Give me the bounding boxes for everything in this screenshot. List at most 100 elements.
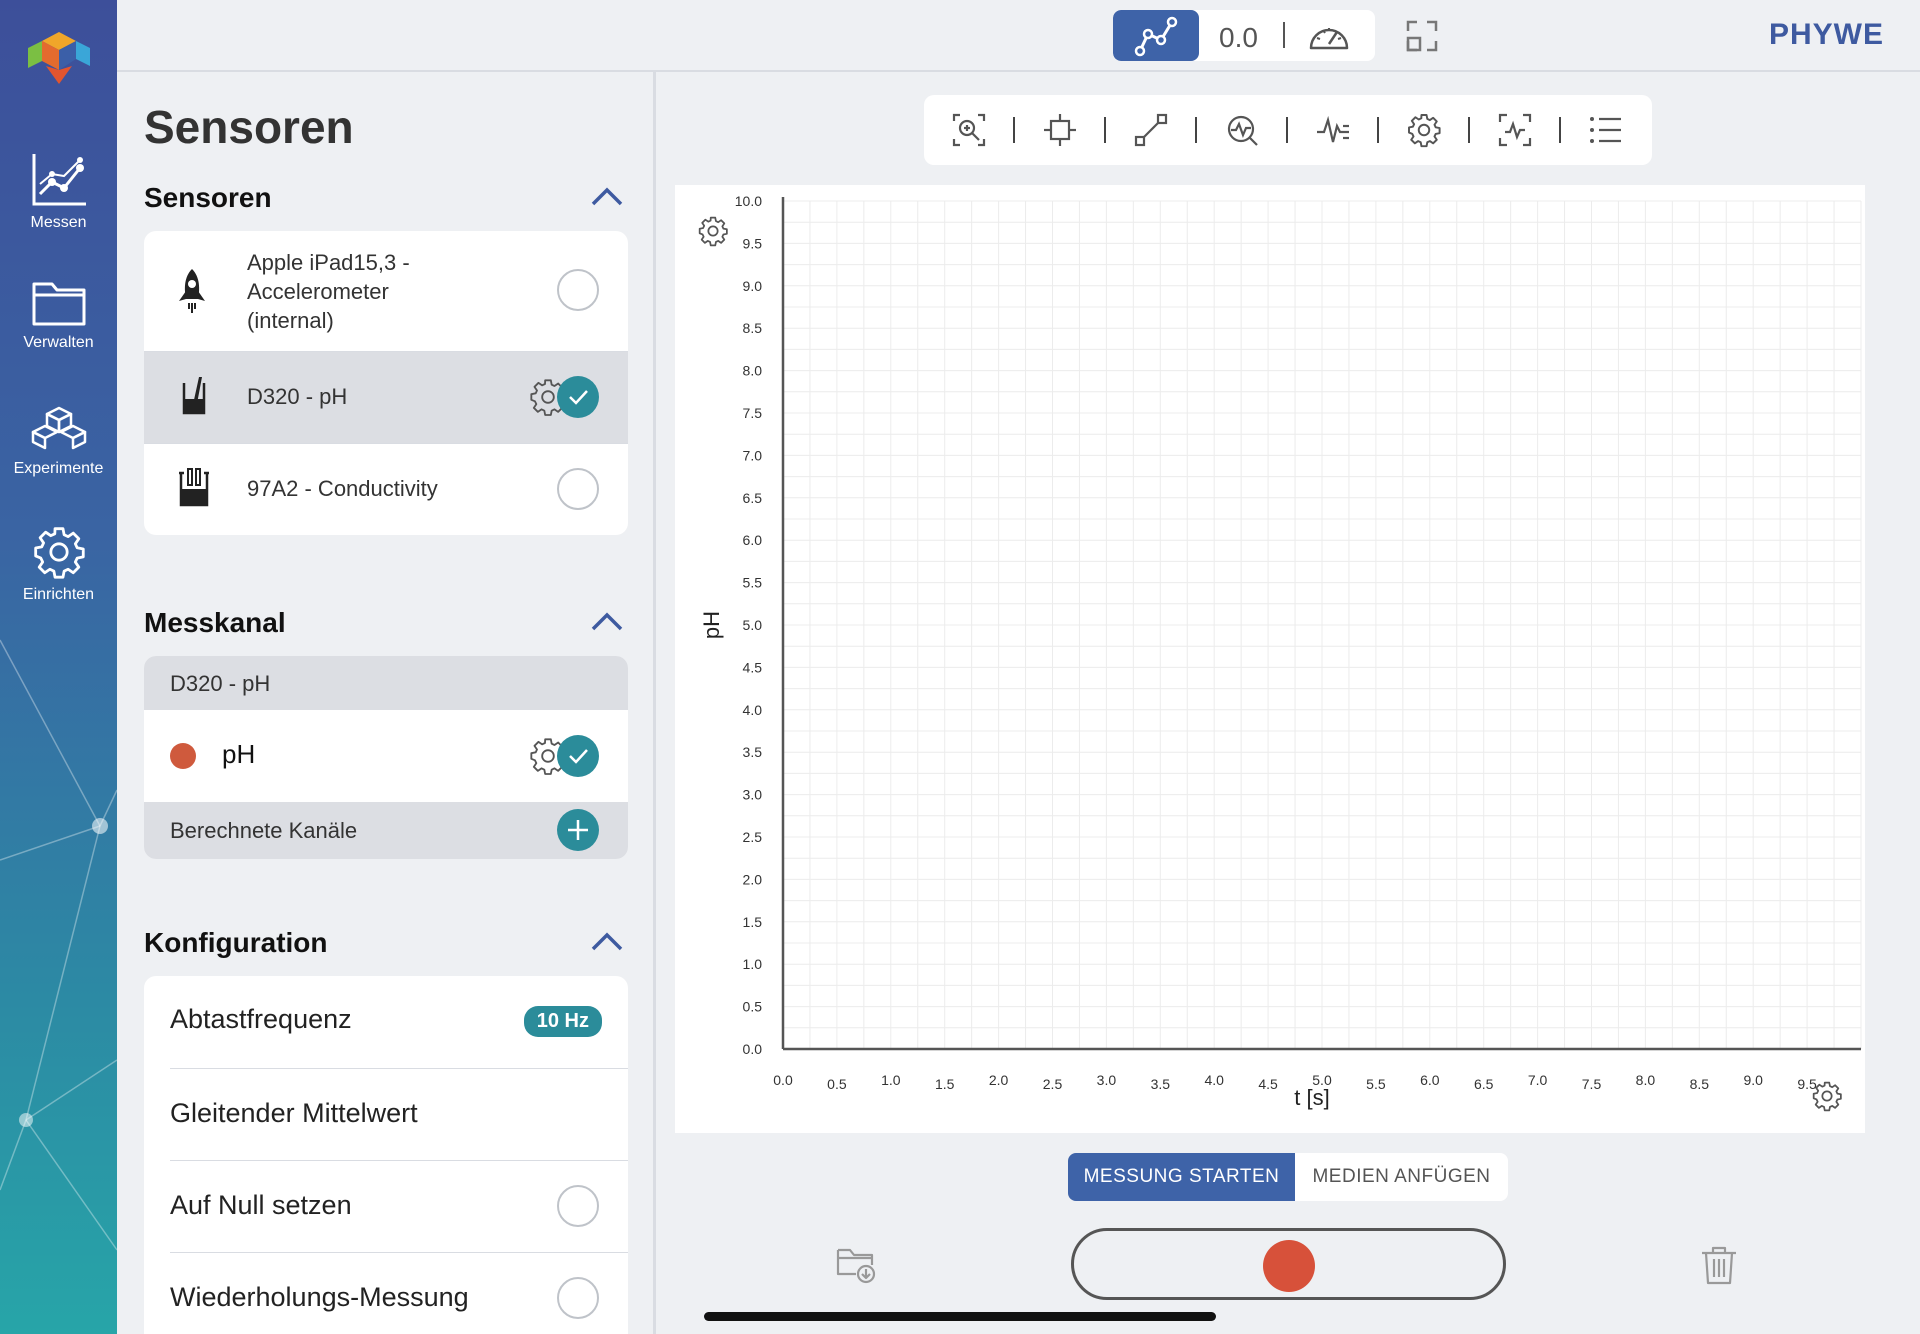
sensor-item-conductivity[interactable]: 97A2 - Conductivity <box>144 443 628 535</box>
zero-toggle-radio[interactable] <box>557 1185 599 1227</box>
x-tick-label: 4.0 <box>1204 1072 1224 1088</box>
display-mode-switch: 0.0 <box>1113 10 1375 61</box>
y-tick-label: 8.0 <box>743 363 763 379</box>
graph-settings-gear-icon[interactable] <box>1406 112 1442 148</box>
y-axis-settings-gear-icon[interactable] <box>698 216 728 247</box>
sensor-panel: Sensoren Sensoren Apple iPad15,3 - Accel… <box>117 72 654 1334</box>
sensor-name-line: (internal) <box>247 308 334 333</box>
x-tick-label: 0.5 <box>827 1076 847 1092</box>
toolbar-divider <box>1468 117 1470 143</box>
sensor-select-radio[interactable] <box>557 269 599 311</box>
record-mode-switch: MESSUNG STARTEN MEDIEN ANFÜGEN <box>1068 1153 1508 1201</box>
sample-rate-badge[interactable]: 10 Hz <box>523 1006 602 1037</box>
numeric-value-display[interactable]: 0.0 <box>1219 22 1258 54</box>
x-tick-label: 8.5 <box>1690 1076 1710 1092</box>
y-tick-label: 5.5 <box>743 575 763 591</box>
chevron-up-icon[interactable] <box>590 186 624 208</box>
x-tick-label: 9.0 <box>1743 1072 1763 1088</box>
section-heading: Sensoren <box>144 182 272 213</box>
page-title: Sensoren <box>144 101 354 153</box>
zoom-area-icon[interactable] <box>951 112 987 148</box>
folder-icon <box>32 282 85 326</box>
nav-label: Messen <box>30 214 87 231</box>
moving-average-label: Gleitender Mittelwert <box>170 1098 418 1128</box>
divider <box>144 351 628 352</box>
toolbar-divider <box>1104 117 1106 143</box>
graph-toolbar <box>924 95 1652 165</box>
y-axis-label: pH <box>699 611 724 639</box>
channel-section-header[interactable]: Messkanal <box>144 607 624 647</box>
sensor-name: D320 - pH <box>247 384 348 409</box>
x-tick-label: 6.5 <box>1474 1076 1494 1092</box>
channel-item-ph[interactable]: pH <box>144 710 628 802</box>
sample-rate-row[interactable]: Abtastfrequenz 10 Hz <box>144 976 628 1068</box>
chevron-up-icon[interactable] <box>590 611 624 633</box>
nav-item-einrichten[interactable]: Einrichten <box>0 524 117 604</box>
ph-chart[interactable]: 0.0 0.5 1.0 1.5 2.0 2.5 3.0 3.5 4.0 4.5 5.0 5.5 6.0 6… <box>675 185 1865 1133</box>
channel-group-label: D320 - pH <box>170 671 271 696</box>
config-section-header[interactable]: Konfiguration <box>144 927 624 967</box>
moving-average-row[interactable]: Gleitender Mittelwert <box>144 1068 628 1160</box>
open-folder-download-icon[interactable] <box>836 1244 878 1284</box>
start-measurement-tab[interactable]: MESSUNG STARTEN <box>1068 1153 1295 1201</box>
channel-group-header: D320 - pH <box>144 656 628 710</box>
attach-media-tab[interactable]: MEDIEN ANFÜGEN <box>1295 1153 1508 1201</box>
toolbar-divider <box>1195 117 1197 143</box>
connect-points-icon[interactable] <box>1133 112 1169 148</box>
x-tick-label: 4.5 <box>1258 1076 1278 1092</box>
x-axis-settings-gear-icon[interactable] <box>1812 1081 1842 1112</box>
nav-item-experimente[interactable]: Experimente <box>0 404 117 478</box>
sensor-item-ph[interactable]: D320 - pH <box>144 351 628 443</box>
fullscreen-icon[interactable] <box>1406 20 1438 52</box>
nav-item-messen[interactable]: Messen <box>0 152 117 232</box>
fit-to-screen-icon[interactable] <box>1042 112 1078 148</box>
zero-row[interactable]: Auf Null setzen <box>144 1160 628 1252</box>
chart-grid <box>782 200 1862 1050</box>
conductivity-beaker-icon <box>179 468 209 507</box>
x-tick-label: 0.0 <box>773 1072 793 1088</box>
x-tick-label: 1.0 <box>881 1072 901 1088</box>
channel-selected-check[interactable] <box>557 735 599 777</box>
graph-mode-icon <box>1134 16 1178 57</box>
x-tick-label: 6.0 <box>1420 1072 1440 1088</box>
signal-search-icon[interactable] <box>1224 112 1260 148</box>
signal-frame-icon[interactable] <box>1497 112 1533 148</box>
zero-label: Auf Null setzen <box>170 1190 352 1220</box>
sensor-name-line: Accelerometer <box>247 279 389 304</box>
toolbar-divider <box>1559 117 1561 143</box>
sensor-select-radio[interactable] <box>557 468 599 510</box>
nav-item-verwalten[interactable]: Verwalten <box>0 278 117 352</box>
toolbar-divider <box>1013 117 1015 143</box>
sensors-section-header[interactable]: Sensoren <box>144 182 624 222</box>
segment-divider <box>1283 22 1285 48</box>
section-heading: Konfiguration <box>144 927 328 958</box>
repeat-toggle-radio[interactable] <box>557 1277 599 1319</box>
nav-label: Experimente <box>13 460 104 477</box>
chart-area[interactable]: 0.0 0.5 1.0 1.5 2.0 2.5 3.0 3.5 4.0 4.5 5.0 5.5 6.0 6… <box>675 185 1865 1133</box>
graph-mode-button[interactable] <box>1113 10 1199 61</box>
record-button[interactable] <box>1263 1240 1315 1292</box>
trash-icon[interactable] <box>1700 1245 1738 1285</box>
record-control <box>1071 1228 1506 1300</box>
y-tick-label: 8.5 <box>743 320 763 336</box>
y-tick-label: 2.5 <box>743 829 763 845</box>
y-tick-label: 7.5 <box>743 405 763 421</box>
chevron-up-icon[interactable] <box>590 931 624 953</box>
main-navigation: Messen Verwalten Experimente Einrichten <box>0 0 117 1334</box>
panel-divider <box>653 72 656 1334</box>
y-tick-label: 3.5 <box>743 744 763 760</box>
channel-label: pH <box>222 739 256 769</box>
y-tick-label: 6.5 <box>743 490 763 506</box>
x-tick-label: 2.5 <box>1043 1076 1063 1092</box>
plus-icon <box>568 820 588 840</box>
list-icon[interactable] <box>1588 112 1624 148</box>
signal-analysis-icon[interactable] <box>1315 112 1351 148</box>
add-computed-channel-button[interactable] <box>557 809 599 851</box>
sensor-selected-check[interactable] <box>557 376 599 418</box>
home-indicator <box>704 1312 1216 1321</box>
gauge-mode-icon[interactable] <box>1307 20 1351 52</box>
repeat-measurement-row[interactable]: Wiederholungs-Messung <box>144 1252 628 1334</box>
x-tick-label: 8.0 <box>1636 1072 1656 1088</box>
sensor-item-accelerometer[interactable]: Apple iPad15,3 - Accelerometer (internal… <box>144 231 628 351</box>
y-tick-label: 2.0 <box>743 871 763 887</box>
